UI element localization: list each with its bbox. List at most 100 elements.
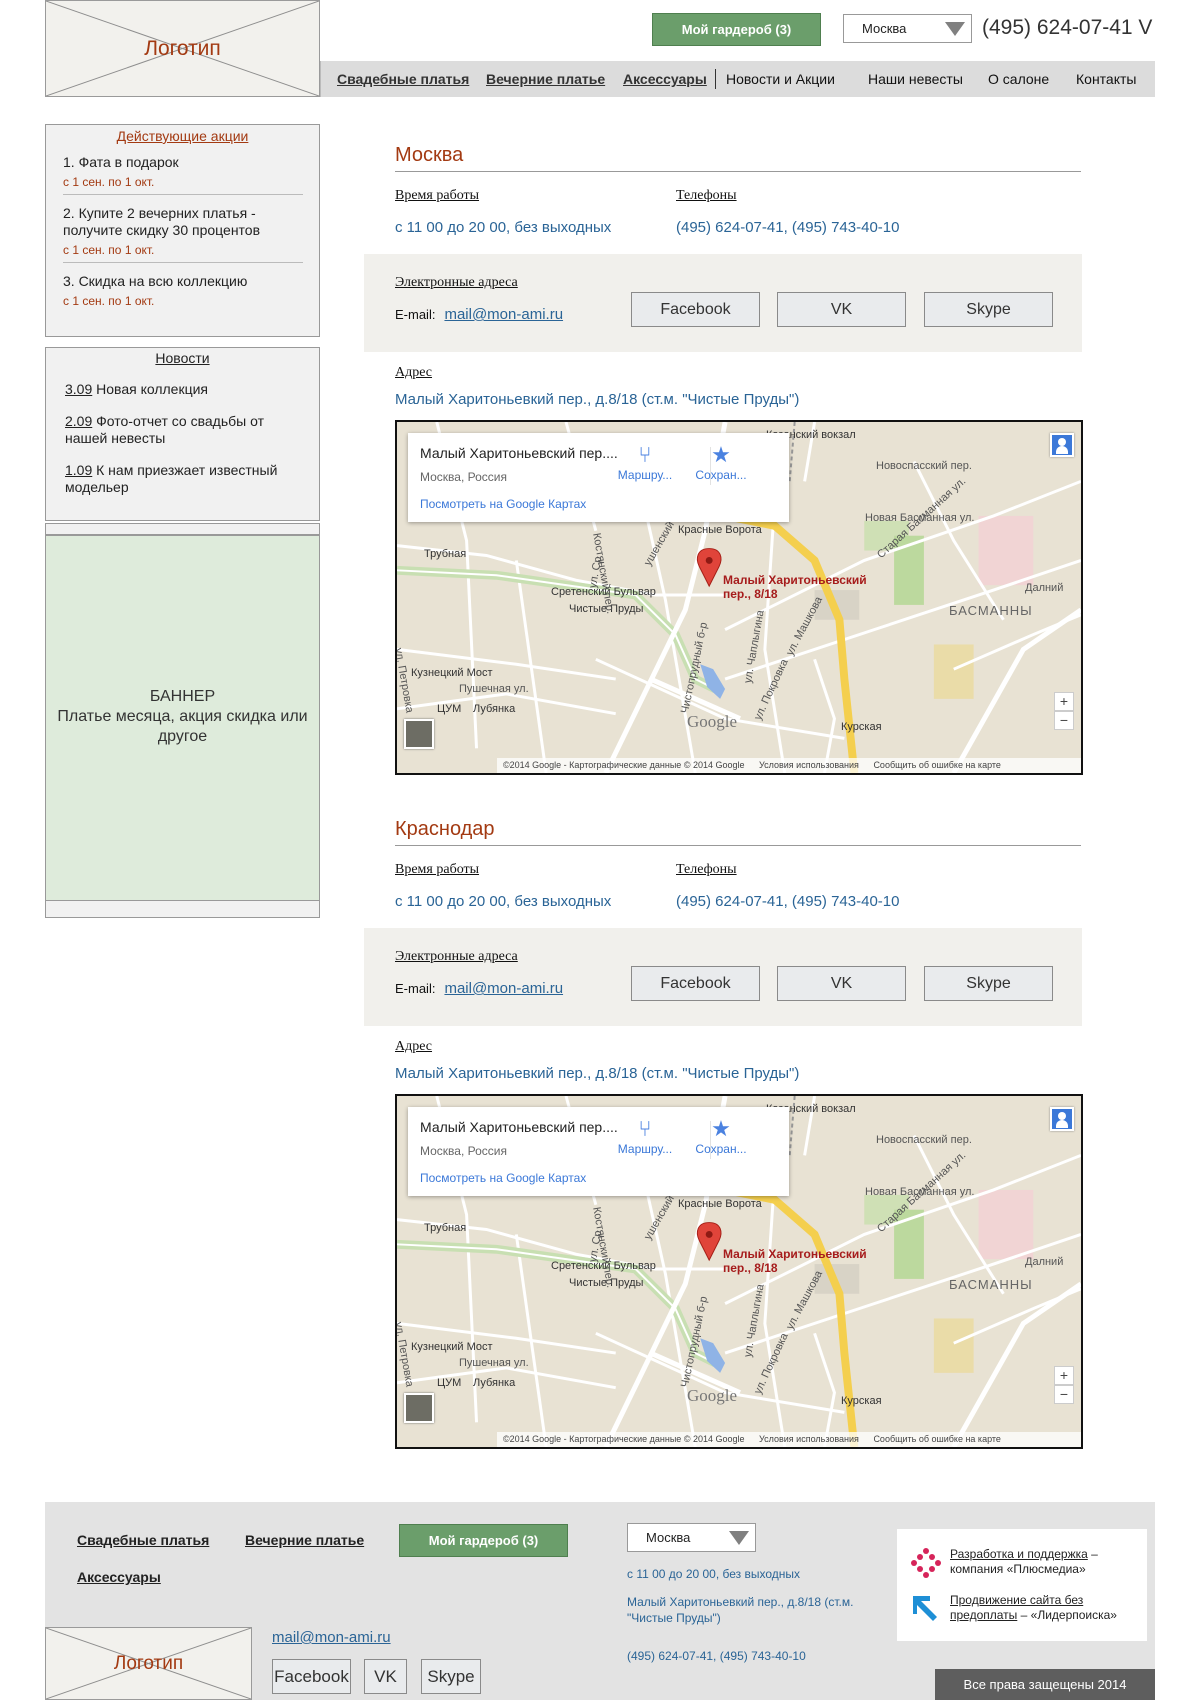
footer-logo[interactable]: Логотип: [45, 1627, 252, 1700]
map-label: Трубная: [424, 1222, 467, 1234]
main-nav: Свадебные платья Вечерние платье Аксессу…: [320, 61, 1155, 97]
google-logo: Google: [687, 712, 738, 731]
pegman-icon[interactable]: [1050, 1107, 1074, 1131]
hours-label: Время работы: [395, 862, 480, 877]
map-zoom-in-button[interactable]: +: [1054, 692, 1074, 711]
map-label: Лубянка: [473, 1377, 516, 1389]
map-card-title: Малый Харитоньевский пер....: [420, 445, 618, 461]
route-icon: ⑂: [638, 442, 652, 467]
map-save-button[interactable]: ★ Сохран...: [686, 442, 756, 482]
emails-label: Электронные адреса: [395, 949, 518, 964]
promo-date: с 1 сен. по 1 окт.: [63, 175, 155, 189]
dropdown-triangle-icon: [945, 21, 965, 36]
map-zoom-out-button[interactable]: −: [1054, 711, 1074, 730]
promos-title[interactable]: Действующие акции: [46, 128, 319, 144]
news-item: 1.09 К нам приезжает известный модельер: [65, 462, 303, 496]
city-name: Краснодар: [395, 818, 495, 840]
satellite-toggle[interactable]: [404, 719, 434, 749]
footer-link-evening-dresses[interactable]: Вечерние платье: [245, 1532, 364, 1548]
nav-item-our-brides[interactable]: Наши невесты: [868, 71, 963, 87]
map-label: Лубянка: [473, 703, 516, 715]
news-text: К нам приезжает известный модельер: [65, 462, 278, 495]
map-terms-link[interactable]: Условия использования: [759, 760, 859, 770]
footer-my-wardrobe-button[interactable]: Мой гардероб (3): [399, 1524, 568, 1557]
news-date-link[interactable]: 1.09: [65, 462, 92, 478]
map-report-link[interactable]: Сообщить об ошибке на карте: [873, 760, 1000, 770]
nav-item-evening-dresses[interactable]: Вечерние платье: [486, 71, 605, 87]
news-item: 2.09 Фото-отчет со свадьбы от нашей неве…: [65, 413, 303, 447]
map-district-label: БАСМАННЫ: [949, 1277, 1033, 1292]
site-logo[interactable]: Логотип: [45, 0, 320, 97]
skype-button[interactable]: Skype: [924, 966, 1053, 1001]
map-attribution: ©2014 Google - Картографические данные ©…: [497, 758, 1081, 773]
facebook-button[interactable]: Facebook: [631, 292, 760, 327]
email-link[interactable]: mail@mon-ami.ru: [444, 980, 563, 997]
news-block: Новости 3.09 Новая коллекция 2.09 Фото-о…: [45, 347, 320, 521]
email-row: E-mail: mail@mon-ami.ru: [395, 980, 563, 997]
email-link[interactable]: mail@mon-ami.ru: [444, 306, 563, 323]
vk-button[interactable]: VK: [777, 966, 906, 1001]
credits-box: Разработка и поддержка – компания «Плюсм…: [897, 1529, 1147, 1641]
facebook-button[interactable]: Facebook: [631, 966, 760, 1001]
vk-button[interactable]: VK: [777, 292, 906, 327]
google-map[interactable]: Казанский вокзал Новоспасский пер. Новая…: [395, 420, 1083, 775]
working-hours: с 11 00 до 20 00, без выходных: [395, 893, 612, 910]
footer-link-accessories[interactable]: Аксессуары: [77, 1569, 161, 1585]
credit-dev-link[interactable]: Разработка и поддержка: [950, 1547, 1088, 1561]
header-phone: (495) 624-07-41 V: [982, 16, 1153, 39]
map-route-button[interactable]: ⑂ Маршру...: [610, 442, 680, 482]
map-report-link[interactable]: Сообщить об ошибке на карте: [873, 1434, 1000, 1444]
map-save-button[interactable]: ★ Сохран...: [686, 1116, 756, 1156]
banner-title: БАННЕР: [149, 688, 216, 705]
map-zoom-in-button[interactable]: +: [1054, 1366, 1074, 1385]
map-route-button[interactable]: ⑂ Маршру...: [610, 1116, 680, 1156]
map-attribution: ©2014 Google - Картографические данные ©…: [497, 1432, 1081, 1447]
route-icon: ⑂: [638, 1116, 652, 1141]
credit-row: Продвижение сайта без предоплаты – «Лиде…: [910, 1593, 1117, 1630]
address: Малый Харитоньевкий пер., д.8/18 (ст.м. …: [395, 391, 800, 408]
map-info-card: Малый Харитоньевский пер.... Москва, Рос…: [408, 1107, 789, 1196]
phone-numbers: (495) 624-07-41, (495) 743-40-10: [676, 893, 900, 910]
footer-vk-button[interactable]: VK: [364, 1659, 407, 1694]
map-open-in-google-link[interactable]: Посмотреть на Google Картах: [420, 497, 586, 511]
nav-item-contacts[interactable]: Контакты: [1076, 71, 1136, 87]
skype-button[interactable]: Skype: [924, 292, 1053, 327]
email-row: E-mail: mail@mon-ami.ru: [395, 306, 563, 323]
phone-numbers: (495) 624-07-41, (495) 743-40-10: [676, 219, 900, 236]
map-label: Новоспасский пер.: [876, 1134, 972, 1146]
map-open-in-google-link[interactable]: Посмотреть на Google Картах: [420, 1171, 586, 1185]
nav-item-accessories[interactable]: Аксессуары: [623, 71, 707, 87]
city-select[interactable]: Москва: [843, 14, 972, 43]
footer-facebook-button[interactable]: Facebook: [272, 1659, 351, 1694]
news-date-link[interactable]: 3.09: [65, 381, 92, 397]
news-date-link[interactable]: 2.09: [65, 413, 92, 429]
google-map[interactable]: Казанский вокзал Новоспасский пер. Новая…: [395, 1094, 1083, 1449]
promo-item: 2. Купите 2 вечерних платья - получите с…: [63, 195, 303, 263]
news-title[interactable]: Новости: [46, 350, 319, 366]
footer-link-wedding-dresses[interactable]: Свадебные платья: [77, 1532, 209, 1548]
nav-item-wedding-dresses[interactable]: Свадебные платья: [337, 71, 469, 87]
footer-email-link[interactable]: mail@mon-ami.ru: [272, 1629, 391, 1646]
logo-text: Логотип: [144, 36, 221, 60]
star-icon: ★: [711, 442, 731, 467]
copyright: Все права защещены 2014: [935, 1669, 1155, 1700]
nav-item-about[interactable]: О салоне: [988, 71, 1049, 87]
satellite-toggle[interactable]: [404, 1393, 434, 1423]
pegman-icon[interactable]: [1050, 433, 1074, 457]
map-zoom-out-button[interactable]: −: [1054, 1385, 1074, 1404]
map-label: Курская: [841, 1395, 882, 1407]
credit-row: Разработка и поддержка – компания «Плюсм…: [910, 1547, 1098, 1584]
footer: Свадебные платья Вечерние платье Аксессу…: [45, 1502, 1155, 1700]
map-label: Красные Ворота: [678, 1198, 762, 1210]
city-select-value: Москва: [862, 21, 907, 36]
footer-city-select[interactable]: Москва: [627, 1523, 756, 1552]
footer-skype-button[interactable]: Skype: [421, 1659, 481, 1694]
my-wardrobe-button[interactable]: Мой гардероб (3): [652, 13, 821, 46]
nav-item-news-promos[interactable]: Новости и Акции: [726, 71, 835, 87]
map-terms-link[interactable]: Условия использования: [759, 1434, 859, 1444]
banner-bottom-strip: [45, 901, 320, 918]
dropdown-triangle-icon: [729, 1530, 749, 1545]
banner[interactable]: БАННЕР Платье месяца, акция скидка или д…: [45, 535, 320, 901]
city-divider: [395, 171, 1081, 172]
map-label: Трубная: [424, 548, 467, 560]
